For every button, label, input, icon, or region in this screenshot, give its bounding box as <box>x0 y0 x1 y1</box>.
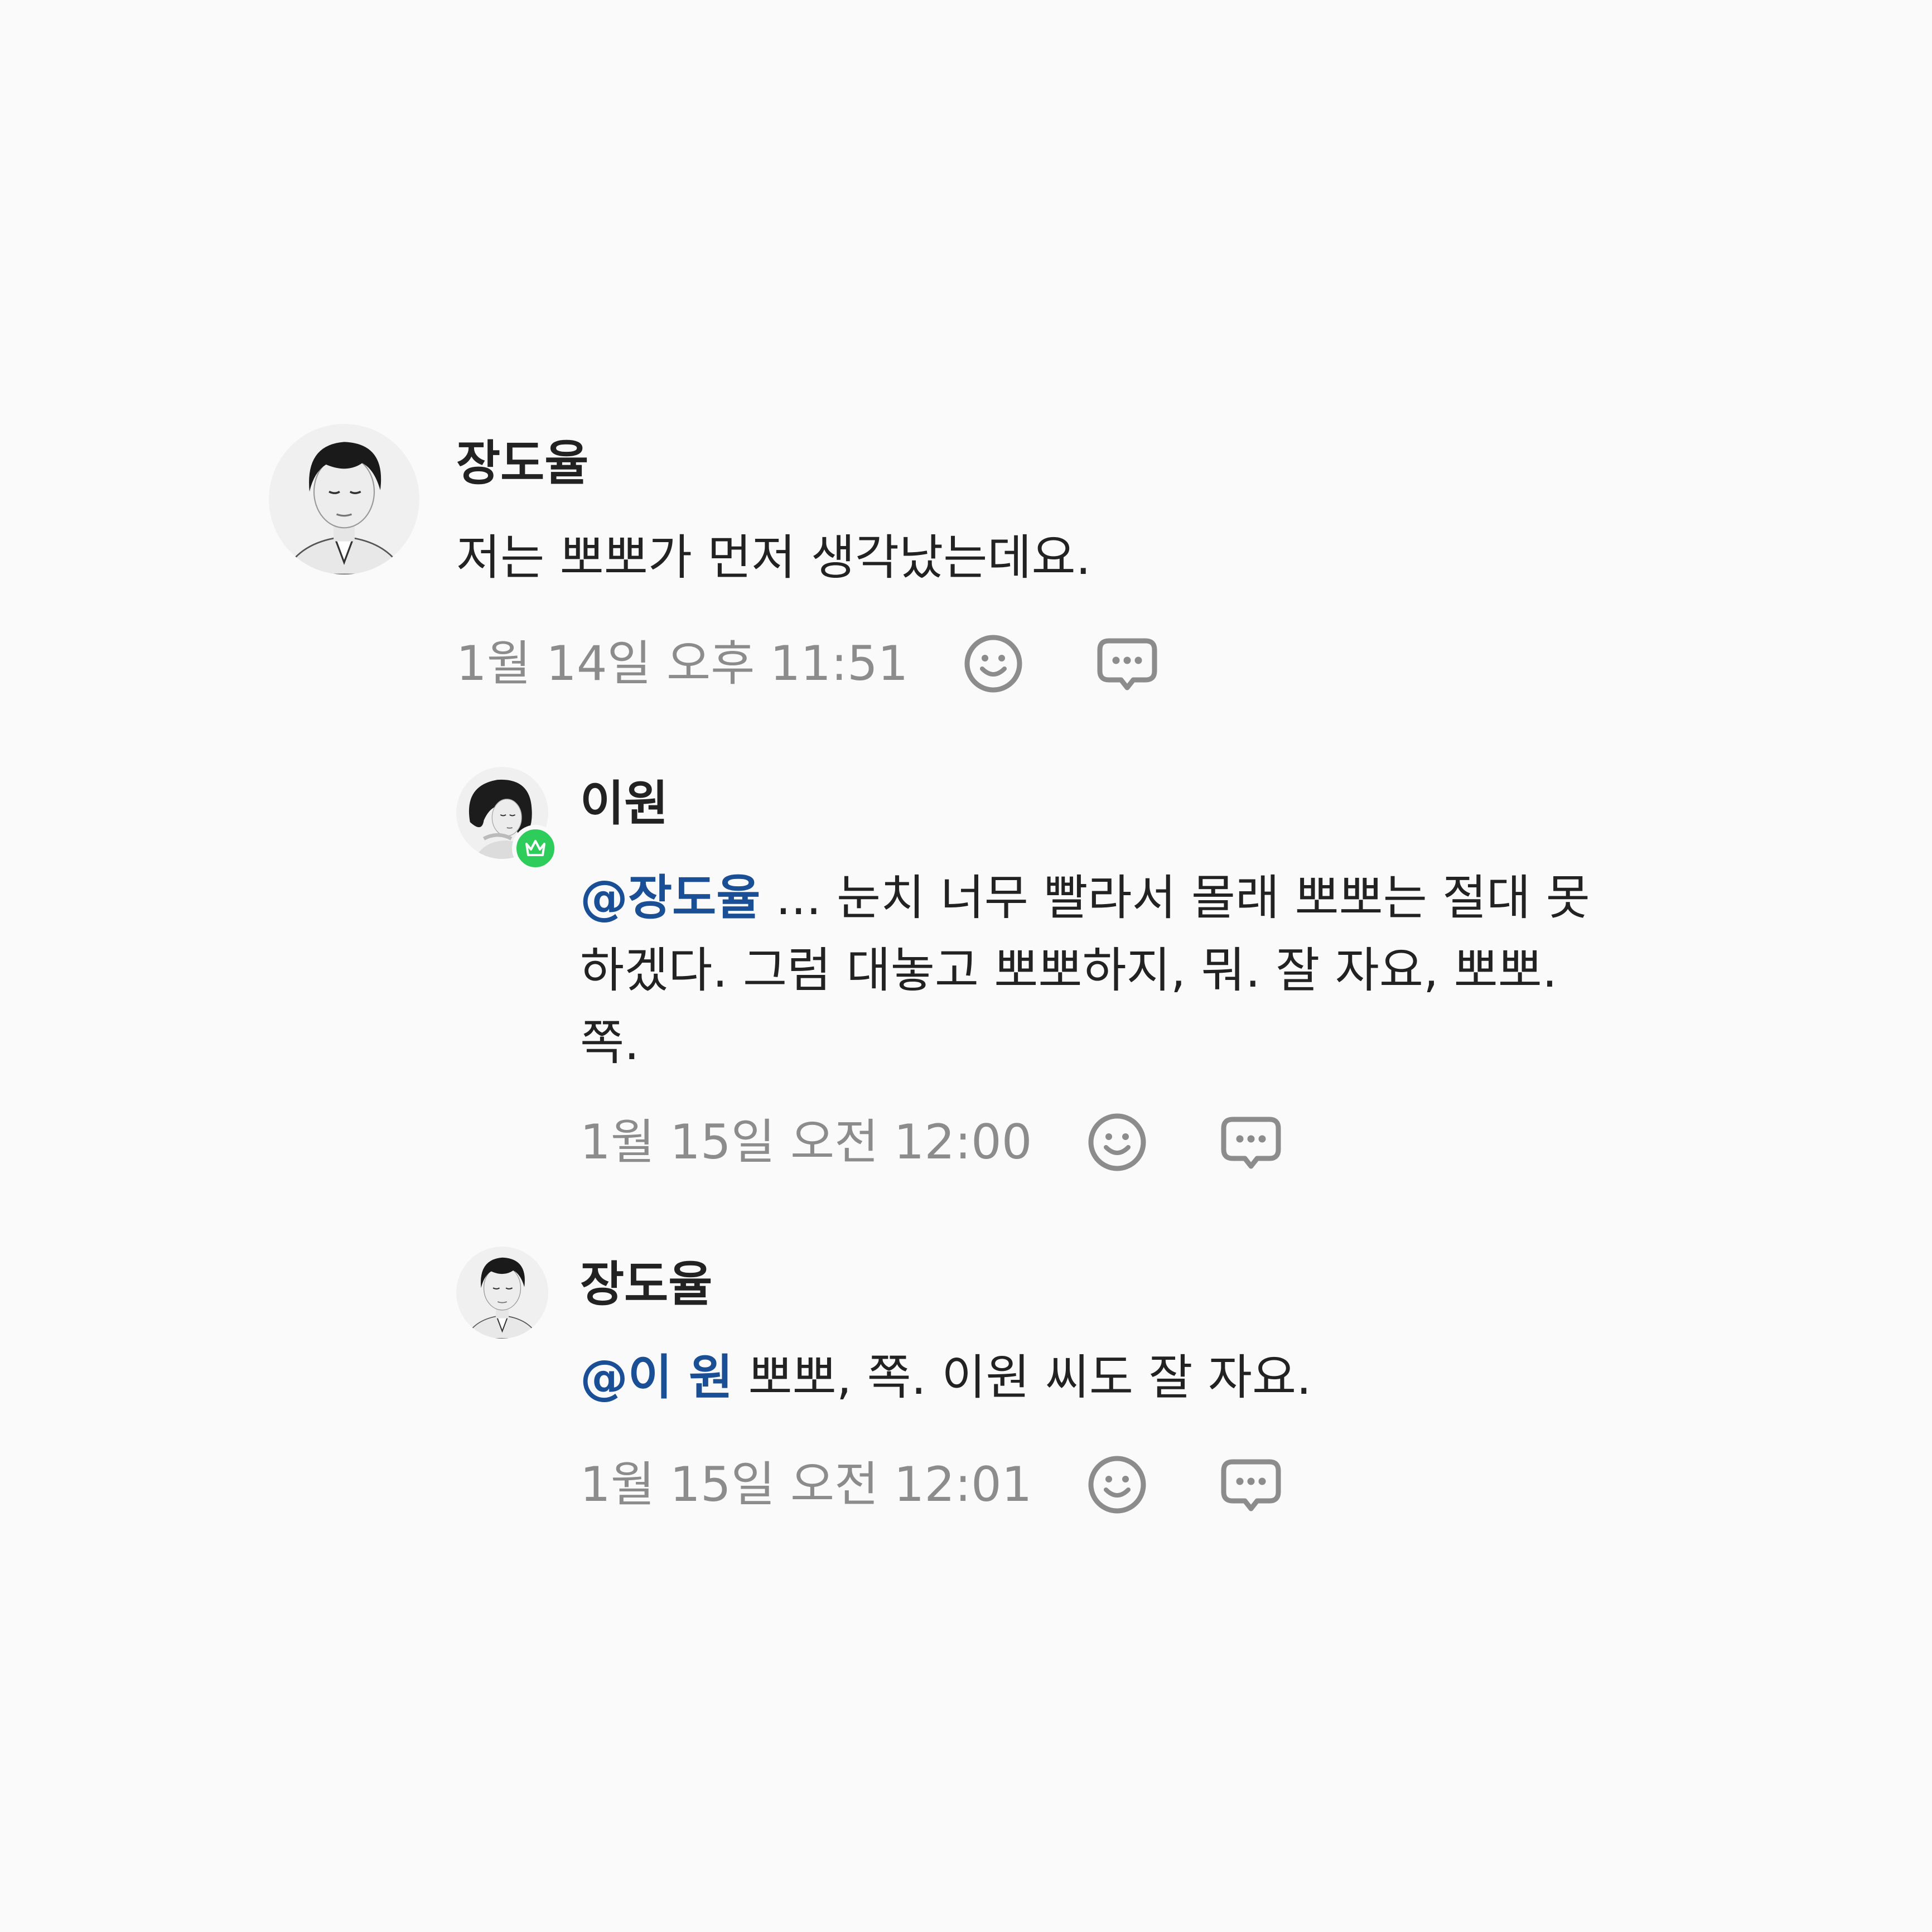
emoji-reaction-icon[interactable] <box>963 633 1024 694</box>
comment-text: @장도율 ... 눈치 너무 빨라서 몰래 뽀뽀는 절대 못 하겠다. 그럼 대… <box>580 862 1696 1079</box>
emoji-reaction-icon[interactable] <box>1086 1454 1148 1515</box>
comment-text-segment: ... 눈치 너무 빨라서 몰래 뽀뽀는 절대 못 <box>760 870 1590 926</box>
reply-icon[interactable] <box>1097 633 1158 694</box>
mention-link[interactable]: @이 원 <box>580 1350 733 1405</box>
comment-meta: 1월 15일 오전 12:01 <box>580 1454 1282 1515</box>
emoji-reaction-icon[interactable] <box>1086 1112 1148 1173</box>
avatar[interactable] <box>269 424 419 574</box>
avatar[interactable] <box>456 1247 548 1339</box>
comment-meta: 1월 14일 오후 11:51 <box>456 633 1158 694</box>
comment-text: @이 원 뽀뽀, 쪽. 이원 씨도 잘 자요. <box>580 1341 1311 1414</box>
comment-text-line: 쪽. <box>580 1015 640 1071</box>
reply-icon[interactable] <box>1220 1454 1282 1515</box>
comment-text-segment: 뽀뽀, 쪽. 이원 씨도 잘 자요. <box>733 1350 1312 1405</box>
comment-timestamp: 1월 15일 오전 12:00 <box>580 1114 1032 1170</box>
comment-text-line: @장도율 ... 눈치 너무 빨라서 몰래 뽀뽀는 절대 못 <box>580 862 1696 934</box>
comment-timestamp: 1월 15일 오전 12:01 <box>580 1457 1032 1513</box>
comment-meta: 1월 15일 오전 12:00 <box>580 1112 1282 1173</box>
male-avatar-photo-icon <box>269 424 419 574</box>
comment-author[interactable]: 장도율 <box>456 439 588 487</box>
comment-timestamp: 1월 14일 오후 11:51 <box>456 636 909 692</box>
comment-text-line: 하겠다. 그럼 대놓고 뽀뽀하지, 뭐. 잘 자요, 뽀뽀. <box>580 943 1558 998</box>
mention-link[interactable]: @장도율 <box>580 870 760 926</box>
comment-author[interactable]: 장도율 <box>580 1260 712 1308</box>
crown-badge <box>512 825 559 872</box>
comment-text: 저는 뽀뽀가 먼저 생각났는데요. <box>456 530 1091 586</box>
male-avatar-photo-icon <box>456 1247 548 1339</box>
avatar[interactable] <box>456 767 559 872</box>
crown-icon <box>525 840 545 856</box>
reply-icon[interactable] <box>1220 1112 1282 1173</box>
comment-author[interactable]: 이원 <box>580 780 668 828</box>
